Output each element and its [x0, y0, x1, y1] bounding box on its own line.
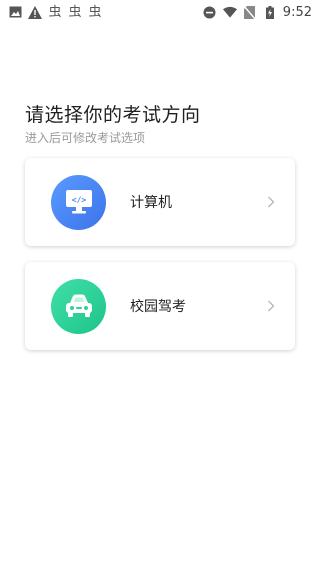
app-icon: 虫: [68, 4, 82, 20]
app-icon: 虫: [48, 4, 62, 20]
do-not-disturb-icon: [203, 5, 217, 19]
page-subtitle: 进入后可修改考试选项: [25, 131, 146, 145]
page-title: 请选择你的考试方向: [25, 104, 201, 126]
status-bar: 虫 虫 虫 9:52: [0, 0, 320, 24]
status-left: 虫 虫 虫: [8, 5, 102, 19]
warning-icon: [28, 5, 42, 19]
battery-charging-icon: [263, 5, 277, 19]
svg-text:</>: </>: [71, 196, 86, 205]
option-card-computer[interactable]: </> 计算机: [25, 158, 295, 246]
clock-time: 9:52: [282, 4, 312, 20]
chevron-right-icon: [261, 196, 281, 208]
status-right: 9:52: [203, 5, 312, 20]
computer-code-icon: </>: [51, 174, 106, 230]
car-icon: [51, 278, 106, 334]
app-icon: 虫: [88, 4, 102, 20]
option-card-driving[interactable]: 校园驾考: [25, 262, 295, 350]
image-icon: [8, 5, 22, 19]
chevron-right-icon: [261, 300, 281, 312]
option-label: 校园驾考: [130, 299, 186, 315]
wifi-icon: [222, 5, 237, 19]
no-sim-icon: [243, 5, 257, 19]
option-label: 计算机: [130, 195, 172, 211]
